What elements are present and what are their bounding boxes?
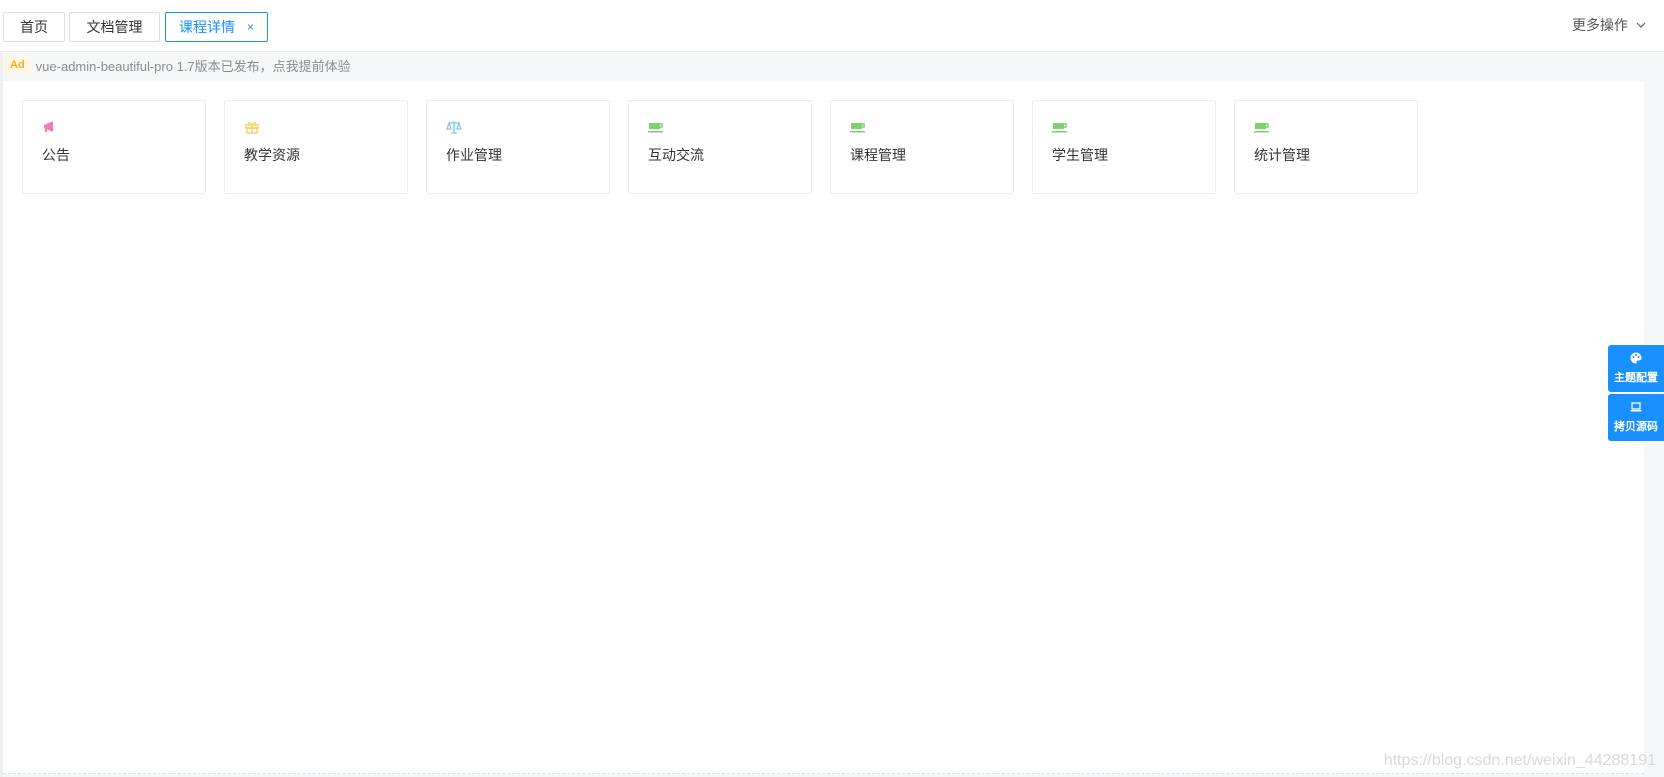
palette-icon xyxy=(1630,352,1642,364)
card-statistics[interactable]: 统计管理 xyxy=(1234,100,1418,194)
bullhorn-icon xyxy=(44,121,53,132)
main-content: 公告 教学资源 作业管理 互动交流 课程管理 学生管理 统计管理 xyxy=(3,81,1644,774)
page: 首页 文档管理 课程详情 × 更多操作 Ad vue-admin-beautif… xyxy=(0,0,1664,777)
side-panel: 主题配置 拷贝源码 xyxy=(1608,345,1664,441)
laptop-icon xyxy=(1630,402,1642,412)
tab-label: 文档管理 xyxy=(86,19,143,35)
card-label: 作业管理 xyxy=(446,147,502,163)
card-label: 教学资源 xyxy=(244,147,300,163)
theme-settings-label: 主题配置 xyxy=(1614,372,1658,384)
tab-home[interactable]: 首页 xyxy=(3,12,65,42)
ad-banner[interactable]: Ad vue-admin-beautiful-pro 1.7版本已发布，点我提前… xyxy=(3,53,351,77)
more-operations-label: 更多操作 xyxy=(1572,17,1628,33)
tabs-bar: 首页 文档管理 课程详情 × 更多操作 xyxy=(0,0,1664,52)
card-interaction[interactable]: 互动交流 xyxy=(628,100,812,194)
chevron-down-icon xyxy=(1636,22,1646,28)
close-icon[interactable]: × xyxy=(247,20,254,34)
tab-label: 首页 xyxy=(20,19,48,35)
card-course-management[interactable]: 课程管理 xyxy=(830,100,1014,194)
coffee-icon xyxy=(648,123,663,133)
more-operations-dropdown[interactable]: 更多操作 xyxy=(1572,15,1646,35)
coffee-icon xyxy=(1254,123,1269,133)
ad-badge: Ad xyxy=(3,56,32,74)
card-label: 课程管理 xyxy=(850,147,906,163)
theme-settings-button[interactable]: 主题配置 xyxy=(1608,345,1664,392)
card-label: 统计管理 xyxy=(1254,147,1310,163)
copy-source-label: 拷贝源码 xyxy=(1614,421,1658,433)
watermark: https://blog.csdn.net/weixin_44288191 xyxy=(1383,752,1656,769)
balance-scale-icon xyxy=(446,121,462,134)
card-homework[interactable]: 作业管理 xyxy=(426,100,610,194)
card-label: 学生管理 xyxy=(1052,147,1108,163)
gift-icon xyxy=(245,121,259,134)
coffee-icon xyxy=(850,123,865,133)
card-label: 互动交流 xyxy=(648,147,704,163)
copy-source-button[interactable]: 拷贝源码 xyxy=(1608,394,1664,441)
card-announcement[interactable]: 公告 xyxy=(22,100,206,194)
tab-docs[interactable]: 文档管理 xyxy=(69,12,160,42)
tab-label: 课程详情 xyxy=(178,19,235,35)
card-grid: 公告 教学资源 作业管理 互动交流 课程管理 学生管理 统计管理 xyxy=(22,100,1418,194)
coffee-icon xyxy=(1052,123,1067,133)
card-teaching-resources[interactable]: 教学资源 xyxy=(224,100,408,194)
card-student-management[interactable]: 学生管理 xyxy=(1032,100,1216,194)
card-label: 公告 xyxy=(42,147,70,163)
tab-course-detail[interactable]: 课程详情 × xyxy=(165,12,268,42)
ad-text[interactable]: vue-admin-beautiful-pro 1.7版本已发布，点我提前体验 xyxy=(36,56,351,75)
